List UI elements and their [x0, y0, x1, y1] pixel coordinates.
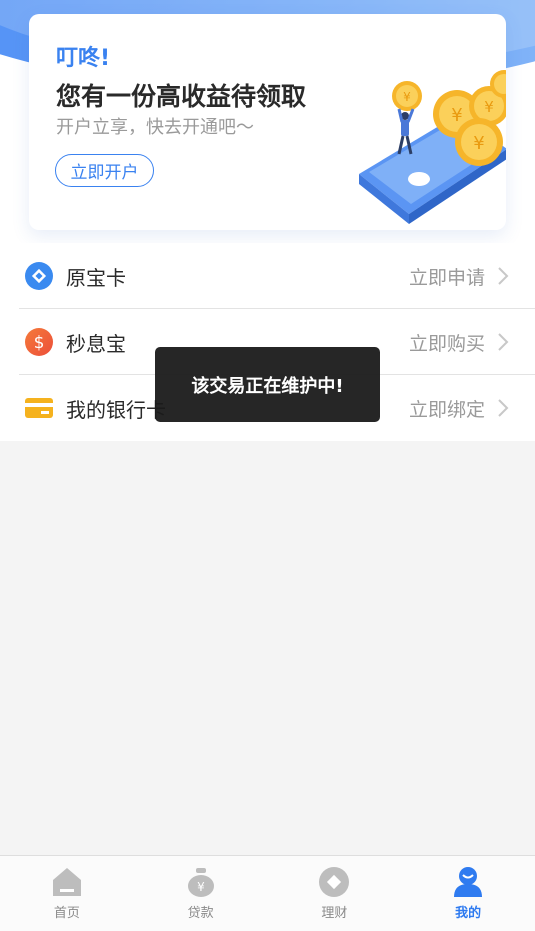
svg-text:¥: ¥ — [451, 105, 462, 126]
banner-title: 您有一份高收益待领取 — [56, 82, 307, 111]
banner-greeting: 叮咚! — [56, 46, 111, 71]
svg-text:$: $ — [34, 333, 45, 353]
finance-icon — [319, 867, 350, 897]
dollar-icon: $ — [25, 328, 53, 356]
tab-finance[interactable]: 理财 — [268, 856, 402, 931]
tab-label: 贷款 — [187, 906, 214, 921]
svg-text:¥: ¥ — [473, 133, 484, 154]
money-bag-icon: ¥ — [187, 868, 214, 897]
tab-label: 首页 — [53, 906, 80, 921]
tab-mine[interactable]: 我的 — [401, 856, 535, 931]
bank-card-icon — [25, 398, 53, 418]
tab-label: 我的 — [455, 906, 482, 921]
menu-item-yuanbao-card[interactable]: 原宝卡 立即申请 — [0, 243, 535, 309]
home-icon — [52, 868, 81, 896]
svg-text:¥: ¥ — [403, 90, 411, 104]
chevron-right-icon — [498, 399, 509, 417]
chevron-right-icon — [498, 333, 509, 351]
phone-coins-illustration: ¥ ¥ ¥ ¥ — [359, 70, 506, 224]
diamond-icon — [25, 262, 53, 290]
tab-loan[interactable]: ¥ 贷款 — [134, 856, 268, 931]
bind-now-link[interactable]: 立即绑定 — [409, 395, 485, 422]
svg-text:¥: ¥ — [197, 880, 205, 894]
toast-message: 该交易正在维护中! — [155, 347, 380, 422]
open-account-button[interactable]: 立即开户 — [55, 154, 154, 187]
svg-text:¥: ¥ — [484, 98, 494, 116]
user-icon — [454, 867, 483, 897]
banner-subtitle: 开户立享，快去开通吧～ — [56, 117, 254, 138]
tab-home[interactable]: 首页 — [0, 856, 134, 931]
menu-item-label: 我的银行卡 — [66, 398, 166, 422]
buy-now-link[interactable]: 立即购买 — [409, 329, 485, 356]
apply-now-link[interactable]: 立即申请 — [409, 263, 485, 290]
bottom-tab-bar: 首页 ¥ 贷款 理财 我的 — [0, 855, 535, 931]
menu-item-label: 原宝卡 — [66, 266, 126, 290]
chevron-right-icon — [498, 267, 509, 285]
menu-item-label: 秒息宝 — [66, 332, 126, 356]
tab-label: 理财 — [321, 906, 348, 921]
promo-banner[interactable]: 叮咚! 您有一份高收益待领取 开户立享，快去开通吧～ 立即开户 ¥ ¥ ¥ ¥ — [29, 14, 506, 230]
